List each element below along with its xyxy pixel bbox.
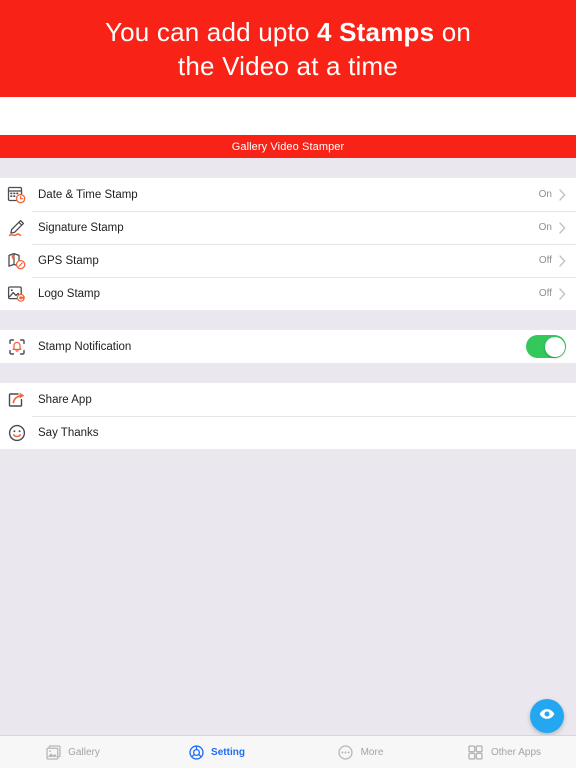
row-value: On bbox=[538, 189, 552, 200]
more-dots-icon bbox=[337, 743, 355, 761]
app-root: You can add upto 4 Stamps on the Video a… bbox=[0, 0, 576, 768]
eye-icon bbox=[538, 705, 556, 728]
navigation-bar: Gallery Video Stamper bbox=[0, 135, 576, 158]
row-label: Signature Stamp bbox=[38, 221, 124, 234]
tab-label: More bbox=[360, 746, 384, 758]
row-say-thanks[interactable]: Say Thanks bbox=[0, 416, 576, 449]
tab-label: Setting bbox=[211, 746, 245, 758]
row-label: Logo Stamp bbox=[38, 287, 101, 300]
tab-gallery[interactable]: Gallery bbox=[0, 736, 144, 768]
stamp-notification-toggle[interactable] bbox=[526, 335, 566, 358]
chevron-right-icon bbox=[559, 221, 566, 234]
settings-gear-icon bbox=[187, 743, 205, 761]
tab-label: Gallery bbox=[68, 746, 100, 758]
about-group: Share App Say Thanks bbox=[0, 383, 576, 449]
chevron-right-icon bbox=[559, 188, 566, 201]
white-spacer bbox=[0, 97, 576, 135]
gallery-photos-icon bbox=[44, 743, 62, 761]
promo-line1-strong: 4 Stamps bbox=[317, 16, 435, 47]
tab-setting[interactable]: Setting bbox=[144, 736, 288, 768]
row-share-app[interactable]: Share App bbox=[0, 383, 576, 416]
stamp-settings-group: Date & Time Stamp On Signature Stamp On bbox=[0, 178, 576, 310]
signature-pen-icon bbox=[6, 217, 28, 239]
map-location-icon bbox=[6, 250, 28, 272]
promo-line1-pre: You can add upto bbox=[104, 16, 318, 47]
row-label: Say Thanks bbox=[38, 426, 99, 439]
promo-line2: the Video at a time bbox=[177, 50, 399, 81]
row-label: Stamp Notification bbox=[38, 340, 132, 353]
row-value: Off bbox=[538, 288, 552, 299]
section-spacer-notification bbox=[0, 310, 576, 330]
tab-other-apps[interactable]: Other Apps bbox=[432, 736, 576, 768]
chevron-right-icon bbox=[559, 254, 566, 267]
row-date-time-stamp[interactable]: Date & Time Stamp On bbox=[0, 178, 576, 211]
chevron-right-icon bbox=[559, 287, 566, 300]
row-value: On bbox=[538, 222, 552, 233]
section-spacer-about bbox=[0, 363, 576, 383]
row-label: Date & Time Stamp bbox=[38, 188, 138, 201]
page-title: Gallery Video Stamper bbox=[231, 140, 345, 153]
row-gps-stamp[interactable]: GPS Stamp Off bbox=[0, 244, 576, 277]
tab-more[interactable]: More bbox=[288, 736, 432, 768]
promo-banner-text: You can add upto 4 Stamps on the Video a… bbox=[75, 15, 501, 83]
tab-label: Other Apps bbox=[490, 746, 542, 758]
row-value: Off bbox=[538, 255, 552, 266]
photo-logo-icon bbox=[6, 283, 28, 305]
smiley-face-icon bbox=[6, 422, 28, 444]
row-label: GPS Stamp bbox=[38, 254, 99, 267]
grid-apps-icon bbox=[467, 743, 485, 761]
promo-banner: You can add upto 4 Stamps on the Video a… bbox=[0, 0, 576, 97]
settings-list: Date & Time Stamp On Signature Stamp On bbox=[0, 158, 576, 735]
promo-line1-post: on bbox=[434, 16, 472, 47]
bell-frame-icon bbox=[6, 336, 28, 358]
row-stamp-notification[interactable]: Stamp Notification bbox=[0, 330, 576, 363]
section-spacer-top bbox=[0, 158, 576, 178]
bottom-tab-bar: Gallery Setting More Other Apps bbox=[0, 735, 576, 768]
row-signature-stamp[interactable]: Signature Stamp On bbox=[0, 211, 576, 244]
row-logo-stamp[interactable]: Logo Stamp Off bbox=[0, 277, 576, 310]
preview-fab-button[interactable] bbox=[530, 699, 564, 733]
toggle-knob bbox=[544, 336, 565, 357]
calendar-clock-icon bbox=[6, 184, 28, 206]
row-label: Share App bbox=[38, 393, 92, 406]
share-arrow-icon bbox=[6, 389, 28, 411]
notification-settings-group: Stamp Notification bbox=[0, 330, 576, 363]
